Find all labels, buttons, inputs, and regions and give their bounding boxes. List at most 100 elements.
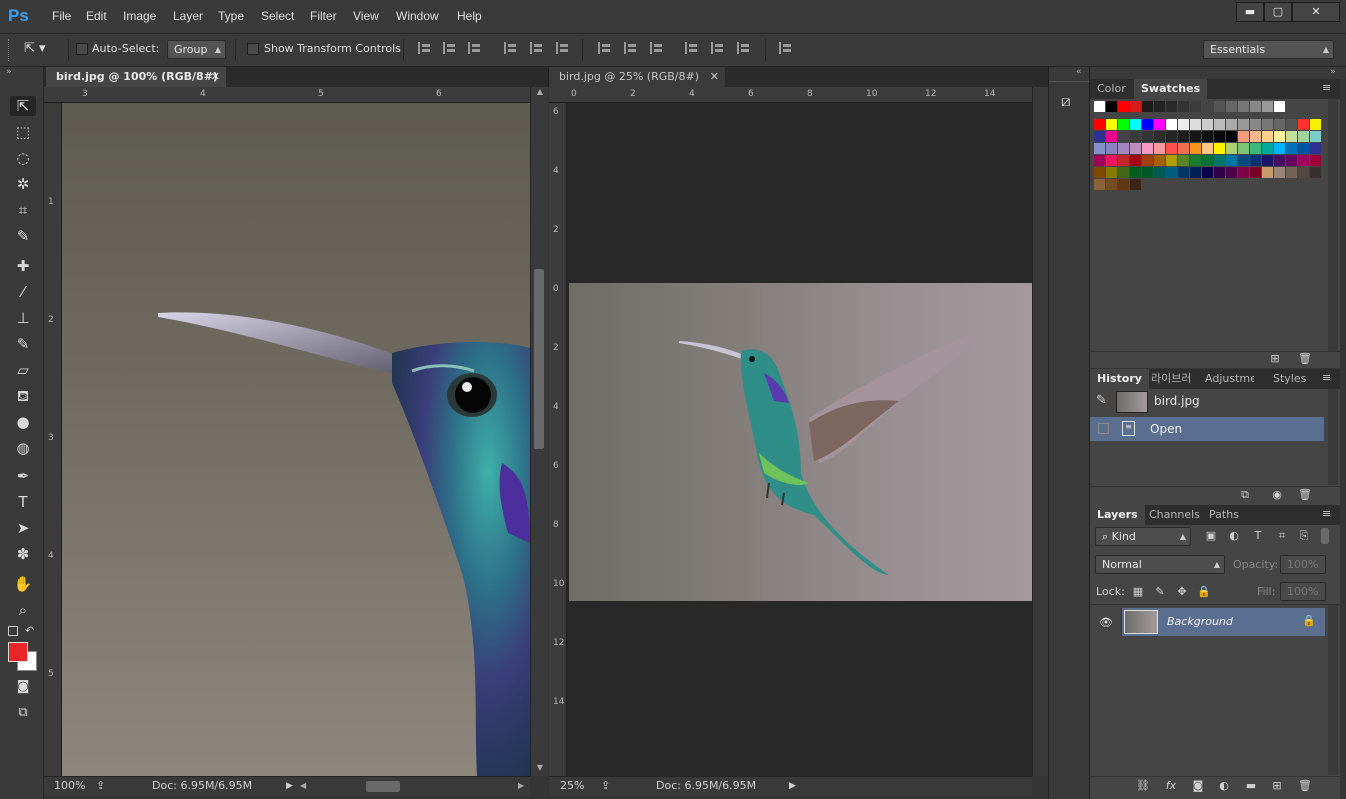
color-swatch[interactable] <box>1154 101 1165 112</box>
menu-window[interactable]: Window <box>396 9 439 23</box>
color-swatch[interactable] <box>1094 179 1105 190</box>
auto-select-checkbox[interactable] <box>76 43 88 55</box>
color-swatch[interactable] <box>1274 143 1285 154</box>
color-swatch[interactable] <box>1142 143 1153 154</box>
panel-menu-icon[interactable]: ≡ <box>1322 81 1331 94</box>
color-swatch[interactable] <box>1154 167 1165 178</box>
auto-align-icon[interactable] <box>779 42 792 54</box>
brush-icon[interactable]: ⁄ <box>10 282 36 302</box>
color-swatch[interactable] <box>1178 155 1189 166</box>
marquee-icon[interactable]: ⬚ <box>10 122 36 142</box>
color-swatch[interactable] <box>1226 131 1237 142</box>
filter-adjustment-icon[interactable]: ◐ <box>1227 530 1241 542</box>
color-swatch[interactable] <box>1286 143 1297 154</box>
color-swatch[interactable] <box>1238 131 1249 142</box>
color-swatch[interactable] <box>1118 179 1129 190</box>
color-swatch[interactable] <box>1274 167 1285 178</box>
filter-pixel-icon[interactable]: ▣ <box>1204 530 1218 542</box>
color-swatch[interactable] <box>1130 143 1141 154</box>
history-scrollbar[interactable] <box>1328 389 1338 485</box>
new-layer-icon[interactable]: ⊞ <box>1270 780 1284 792</box>
new-swatch-icon[interactable]: ⊞ <box>1268 353 1282 365</box>
snapshot-thumbnail[interactable] <box>1116 391 1148 413</box>
lasso-icon[interactable]: ◌ <box>10 148 36 168</box>
color-swatch[interactable] <box>1250 155 1261 166</box>
color-swatch[interactable] <box>1310 167 1321 178</box>
properties-panel-icon[interactable]: ⧄ <box>1061 92 1071 110</box>
color-swatch[interactable] <box>1214 119 1225 130</box>
menu-help[interactable]: Help <box>457 9 482 23</box>
filter-smart-object-icon[interactable]: ⎘ <box>1297 530 1311 542</box>
color-swatch[interactable] <box>1094 101 1105 112</box>
type-icon[interactable]: T <box>10 492 36 512</box>
collapse-dock-icon[interactable]: « <box>1076 67 1082 77</box>
color-swatch[interactable] <box>1262 155 1273 166</box>
distribute-bottom-icon[interactable] <box>650 42 663 54</box>
status-menu-arrow-icon[interactable]: ▶ <box>286 777 293 795</box>
doc2-zoom-level[interactable]: 25% <box>560 777 584 795</box>
color-swatch[interactable] <box>1130 131 1141 142</box>
distribute-left-icon[interactable] <box>685 42 698 54</box>
tab-swatches[interactable]: Swatches <box>1134 79 1208 99</box>
menu-edit[interactable]: Edit <box>86 9 107 23</box>
default-colors-icon[interactable] <box>8 626 18 636</box>
color-swatch[interactable] <box>1286 119 1297 130</box>
color-swatch[interactable] <box>1250 119 1261 130</box>
color-swatch[interactable] <box>1178 119 1189 130</box>
color-swatch[interactable] <box>1166 101 1177 112</box>
color-swatch[interactable] <box>1178 101 1189 112</box>
color-swatch[interactable] <box>1130 101 1141 112</box>
show-transform-checkbox[interactable] <box>247 43 259 55</box>
export-icon[interactable]: ⇪ <box>96 777 105 795</box>
crop-icon[interactable]: ⌗ <box>10 200 36 220</box>
color-swatch[interactable] <box>1286 167 1297 178</box>
color-swatch[interactable] <box>1214 167 1225 178</box>
doc1-tab[interactable]: bird.jpg @ 100% (RGB/8#) ✕ <box>46 67 226 87</box>
color-swatch[interactable] <box>1178 167 1189 178</box>
menu-layer[interactable]: Layer <box>173 9 203 23</box>
layers-scrollbar[interactable] <box>1328 605 1338 775</box>
collapse-tools-icon[interactable]: » <box>0 67 44 79</box>
color-swatch[interactable] <box>1250 131 1261 142</box>
color-swatch[interactable] <box>1250 167 1261 178</box>
hand-icon[interactable]: ✋ <box>10 574 36 594</box>
color-swatch[interactable] <box>1190 119 1201 130</box>
foreground-color-swatch[interactable] <box>8 642 28 662</box>
auto-select-dropdown[interactable]: Group ▲ <box>167 40 226 59</box>
color-swatch[interactable] <box>1154 131 1165 142</box>
new-adjustment-layer-icon[interactable]: ◐ <box>1217 780 1231 792</box>
new-document-from-state-icon[interactable]: ⧉ <box>1238 489 1252 501</box>
export-icon[interactable]: ⇪ <box>601 777 610 795</box>
color-swatch[interactable] <box>1262 143 1273 154</box>
distribute-hcenter-icon[interactable] <box>711 42 724 54</box>
tab-layers[interactable]: Layers <box>1090 505 1145 525</box>
layer-style-icon[interactable]: fx <box>1164 780 1178 792</box>
blend-mode-dropdown[interactable]: Normal ▲ <box>1095 555 1225 574</box>
pen-icon[interactable]: ✒ <box>10 466 36 486</box>
panel-menu-icon[interactable]: ≡ <box>1322 507 1331 520</box>
color-swatch[interactable] <box>1142 167 1153 178</box>
color-swatch[interactable] <box>1202 101 1213 112</box>
shape-icon[interactable]: ✽ <box>10 544 36 564</box>
doc1-zoom-level[interactable]: 100% <box>54 777 85 795</box>
distribute-top-icon[interactable] <box>598 42 611 54</box>
color-swatch[interactable] <box>1226 101 1237 112</box>
color-swatch[interactable] <box>1190 101 1201 112</box>
layer-row-background[interactable]: Background 🔒 <box>1122 608 1325 636</box>
magic-wand-icon[interactable]: ✲ <box>10 174 36 194</box>
color-swatch[interactable] <box>1238 101 1249 112</box>
dodge-icon[interactable]: ◍ <box>10 438 36 458</box>
color-swatch[interactable] <box>1190 155 1201 166</box>
tab-libraries[interactable]: 라이브러 <box>1144 369 1198 389</box>
color-swatch[interactable] <box>1118 101 1129 112</box>
color-swatch[interactable] <box>1202 155 1213 166</box>
tab-paths[interactable]: Paths <box>1202 505 1246 525</box>
color-swatch[interactable] <box>1238 143 1249 154</box>
doc1-canvas[interactable] <box>62 103 530 776</box>
swap-colors-icon[interactable]: ↶ <box>25 624 34 637</box>
layer-filter-dropdown[interactable]: ⌕ Kind ▲ <box>1095 527 1191 546</box>
color-swatch[interactable] <box>1250 143 1261 154</box>
delete-state-icon[interactable]: 🗑 <box>1298 489 1312 501</box>
scroll-thumb[interactable] <box>534 269 544 449</box>
color-swatch[interactable] <box>1142 119 1153 130</box>
